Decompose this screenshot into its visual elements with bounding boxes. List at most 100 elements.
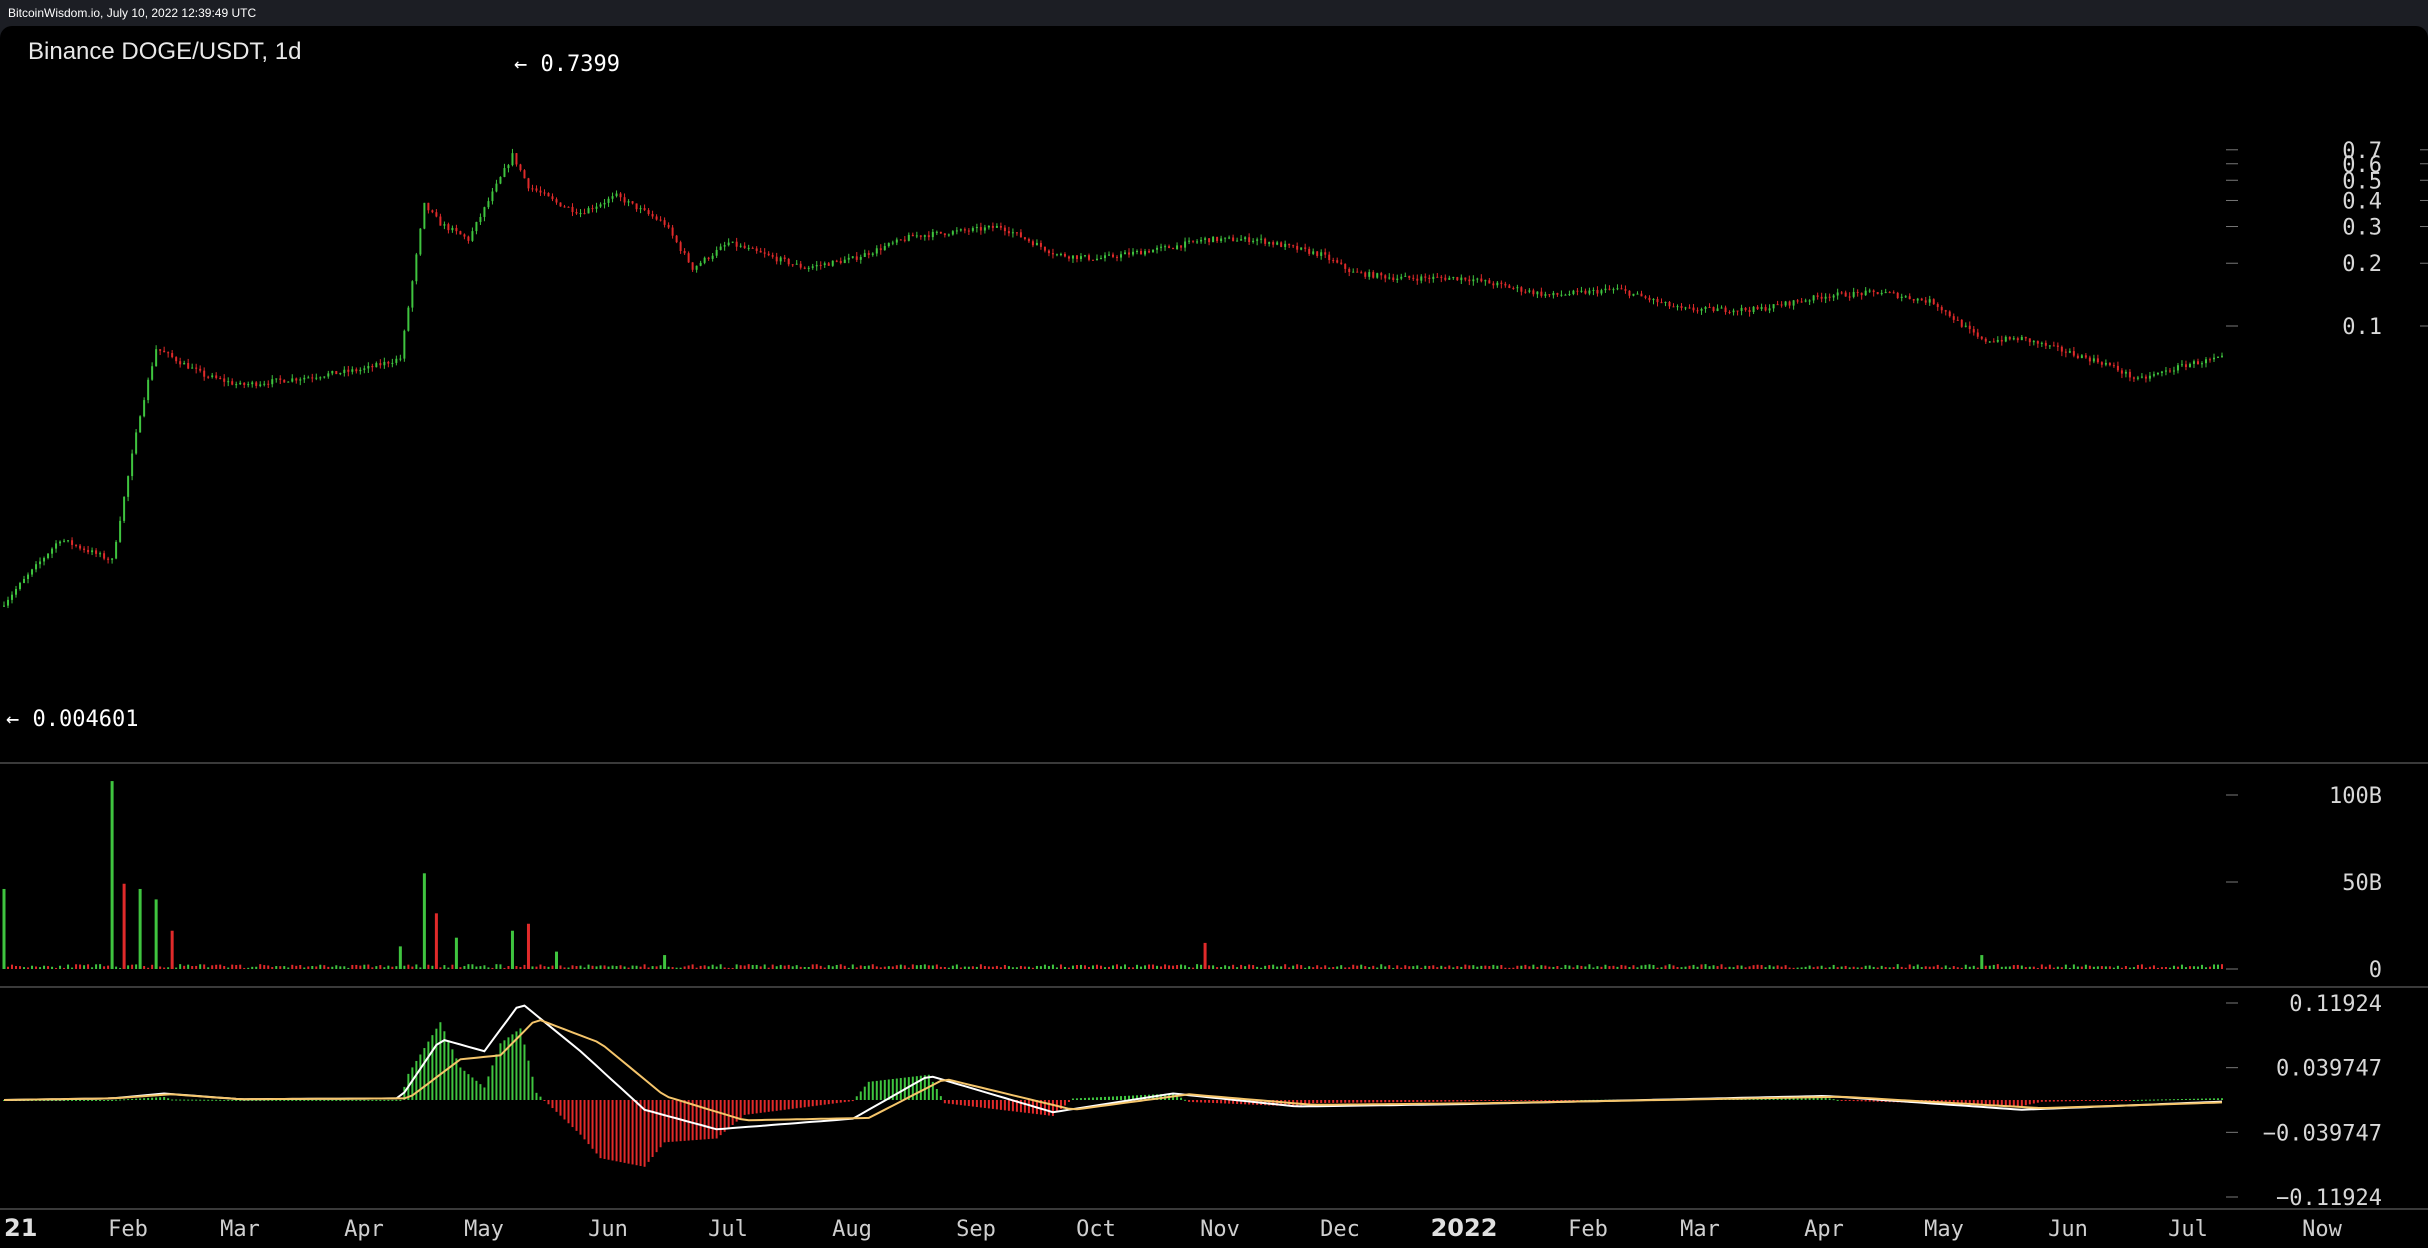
volume-bar [1820,965,1823,969]
macd-histogram-bar [659,1100,662,1148]
candle-body [851,256,854,258]
candle-body [1588,290,1591,294]
macd-histogram-bar [2068,1100,2071,1102]
volume-bar [1944,965,1947,969]
macd-histogram-bar [559,1100,562,1116]
candle-body [1616,288,1619,290]
candle-body [1592,289,1595,291]
macd-histogram-bar [1524,1100,1527,1101]
volume-bar [1276,966,1279,969]
candle-body [855,256,858,260]
candle-body [1364,272,1367,277]
candle-body [2221,355,2223,357]
candle-body [47,553,50,559]
macd-histogram-bar [1460,1100,1463,1102]
macd-histogram-bar [571,1100,574,1128]
volume-bar [1560,967,1563,969]
candle-body [1860,292,1863,296]
volume-bar [971,966,974,969]
volume-bar [463,965,466,969]
candle-body [1704,307,1707,309]
macd-histogram-bar [63,1100,66,1101]
candle-body [1292,245,1295,247]
candle-body [2112,365,2115,367]
macd-histogram-bar [1412,1100,1415,1103]
volume-bar [2221,964,2223,969]
macd-histogram-bar [2032,1100,2035,1104]
volume-bar [1164,964,1167,969]
volume-bars [2,781,2223,969]
candle-body [255,382,258,386]
volume-bar [1492,964,1495,969]
volume-bar [895,965,898,969]
macd-histogram-bar [1180,1097,1183,1100]
volume-bar [2128,967,2131,969]
candle-body [2040,342,2043,344]
macd-histogram-bar [1500,1100,1503,1101]
x-axis-label: Jun [2048,1217,2088,1242]
candle-body [375,363,378,368]
candle-body [1075,255,1078,259]
macd-histogram-bar [779,1100,782,1111]
macd-histogram-bar [527,1060,530,1100]
macd-histogram-bar [71,1100,74,1101]
candle-body [1336,260,1339,263]
candle-body [1228,237,1231,239]
candle-body [1424,276,1427,278]
candle-body [1188,240,1191,242]
candle-body [835,260,838,262]
volume-bar [1556,966,1559,969]
candle-body [907,234,910,241]
candle-body [1208,238,1211,243]
candle-body [451,227,454,231]
macd-histogram-bar [1320,1100,1323,1103]
volume-bar [951,965,954,969]
volume-bar [1448,965,1451,969]
candle-body [1908,296,1911,300]
volume-bar [1920,967,1923,969]
volume-bar [1952,966,1955,969]
candle-body [647,210,650,215]
candle-body [1536,291,1539,295]
volume-bar [1388,965,1391,969]
candle-body [1796,300,1799,302]
candle-body [1556,292,1559,295]
candle-body [1656,298,1659,303]
candle-body [1928,299,1931,303]
candle-body [1852,291,1855,297]
candle-body [107,558,110,560]
macd-histogram-bar [495,1054,498,1100]
candle-body [739,245,742,247]
candle-body [1948,311,1951,317]
chart-canvas[interactable]: 0.70.60.50.40.30.20.1100B50B00.119240.03… [0,26,2428,1248]
volume-bar [1608,966,1611,969]
macd-histogram-bar [1184,1099,1187,1101]
candle-body [1360,272,1363,274]
candle-body [55,543,58,549]
chart-frame[interactable]: 0.7 0.6 0.5 0.4 0.3 0.2 0.1 100B 50B 0 0.11924 0.03… [0,26,2428,1248]
candle-body [583,213,586,215]
volume-bar [683,966,686,969]
candle-body [1328,254,1331,261]
candle-body [939,231,942,234]
volume-bar [2172,965,2175,969]
volume-bar [1716,966,1719,969]
candle-body [1792,300,1795,306]
macd-histogram-bar [67,1100,70,1101]
candle-body [1132,251,1135,255]
volume-bar [443,965,446,969]
volume-bar [1612,965,1615,969]
volume-bar [227,967,230,969]
volume-bar [1168,965,1171,969]
candle-body [711,255,714,259]
candle-body [1248,237,1251,243]
macd-histogram-bar [807,1100,810,1107]
candle-body [2204,359,2207,364]
volume-bar [1972,965,1975,969]
candle-body [2212,357,2215,360]
volume-bar [1616,966,1619,969]
candle-body [559,202,562,207]
macd-histogram-bar [863,1086,866,1100]
volume-bar [831,966,834,969]
macd-histogram-bar [1091,1097,1094,1100]
